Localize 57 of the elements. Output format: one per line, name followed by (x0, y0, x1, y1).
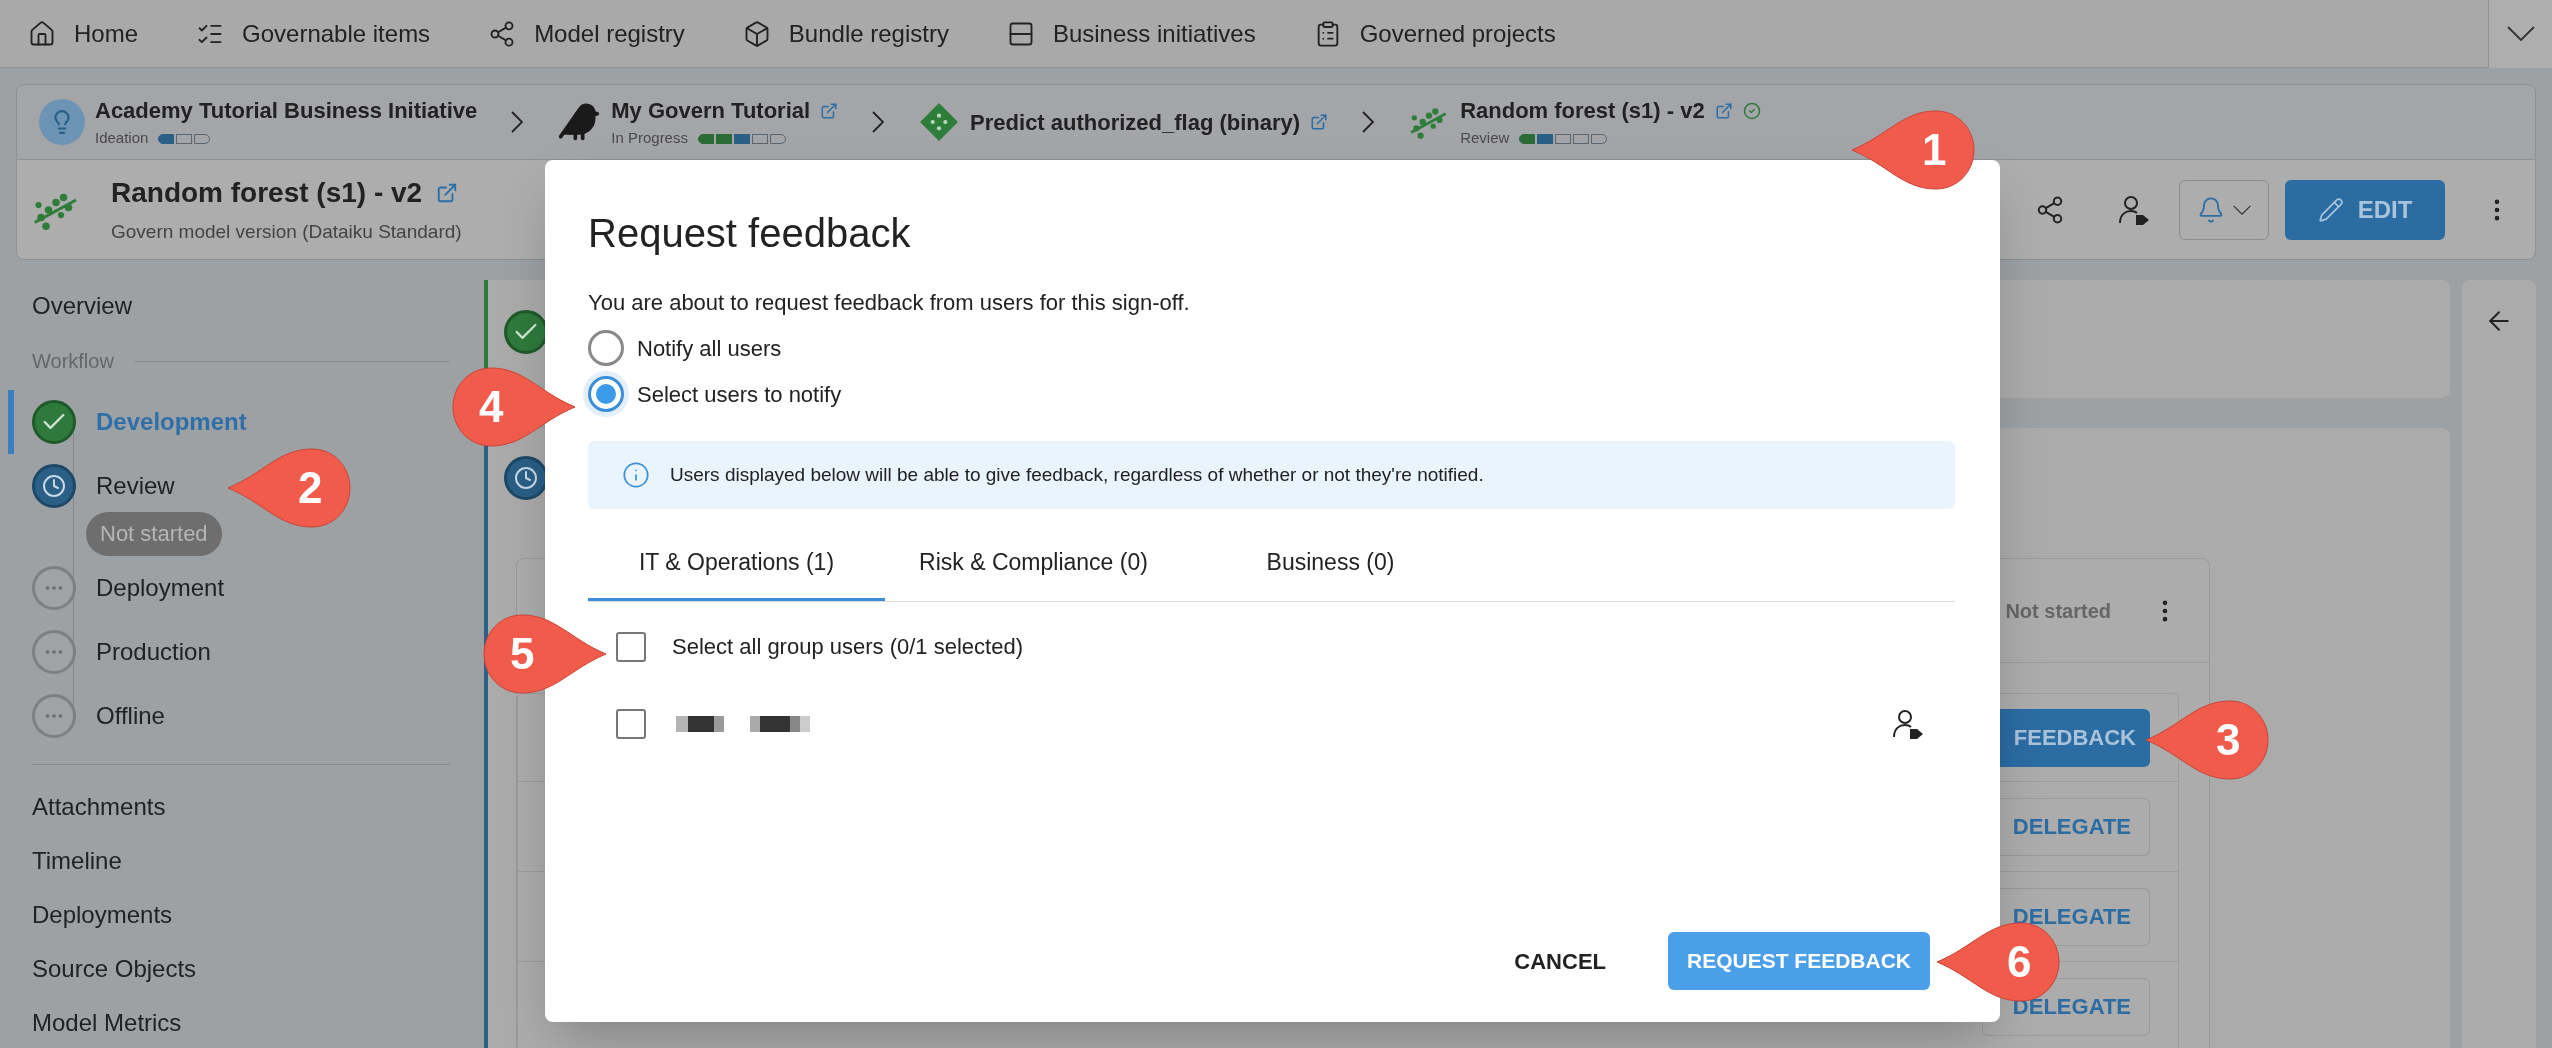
item-subtitle: Govern model version (Dataiku Standard) (111, 220, 462, 245)
nav-link[interactable]: Governed projects (1313, 15, 1556, 52)
home-icon (28, 19, 56, 48)
chevron-down-icon (2506, 26, 2535, 41)
workflow-step[interactable]: Production (8, 620, 211, 684)
external-link-icon[interactable] (1310, 113, 1329, 131)
status-label: Review (1460, 128, 1510, 149)
notifications-dropdown[interactable] (2179, 179, 2269, 240)
select-all-option[interactable]: Select all group users (0/1 selected) (616, 630, 1023, 663)
breadcrumb-link[interactable]: Random forest (s1) - v2 (1460, 94, 1705, 128)
external-link-icon[interactable] (820, 101, 839, 120)
chevron-right-icon (511, 111, 524, 133)
chevron-right-icon (1362, 111, 1375, 133)
pencil-icon (2317, 196, 2344, 223)
sidebar-link[interactable]: Attachments (32, 791, 166, 823)
nav-link[interactable]: Governable items (196, 15, 431, 52)
sidebar-link[interactable]: Model Metrics (32, 1007, 182, 1039)
share-icon[interactable] (2035, 194, 2065, 225)
nav-link[interactable]: Model registry (488, 15, 685, 52)
radio-option[interactable]: Select users to notify (583, 371, 842, 417)
nav-link[interactable]: Business initiatives (1006, 15, 1256, 52)
info-text: Users displayed below will be able to give feedback, regardless of whether or not they're notified. (670, 462, 1484, 487)
external-link-icon[interactable] (436, 182, 459, 205)
sidebar-link[interactable]: Overview (32, 288, 133, 324)
group-tab[interactable]: Risk & Compliance (0) (885, 527, 1182, 601)
sidebar-link[interactable]: Timeline (32, 845, 122, 877)
breadcrumb-link[interactable]: Predict authorized_flag (binary) (970, 105, 1301, 139)
cancel-button[interactable]: CANCEL (1498, 932, 1622, 990)
breadcrumb-link[interactable]: My Govern Tutorial (611, 94, 811, 128)
status-label: In Progress (611, 128, 688, 149)
chevron-down-icon (2233, 204, 2251, 215)
group-tab[interactable]: Business (0) (1182, 527, 1479, 601)
nav-link[interactable]: Home (28, 15, 139, 52)
breadcrumb-link[interactable]: Academy Tutorial Business Initiative (95, 94, 478, 128)
info-icon (622, 461, 650, 489)
signoff-status: Not started (2005, 598, 2111, 624)
status-badge: Not started (86, 512, 222, 556)
item-title: Random forest (s1) - v2 (111, 176, 423, 211)
checkbox[interactable] (616, 631, 646, 662)
status-label: Ideation (95, 128, 149, 149)
external-link-icon[interactable] (1714, 101, 1733, 120)
section-heading: Workflow (32, 349, 114, 374)
workflow-step[interactable]: Offline (8, 684, 165, 748)
chevron-right-icon (872, 111, 885, 133)
lightbulb-icon (39, 99, 85, 145)
workflow-step[interactable]: Deployment (8, 556, 225, 620)
radio-button[interactable] (583, 371, 629, 417)
checkbox[interactable] (616, 709, 646, 739)
sidebar-link[interactable]: Deployments (32, 899, 173, 931)
nav-link[interactable]: Bundle registry (742, 15, 949, 52)
group-tab[interactable]: IT & Operations (1) (588, 527, 885, 601)
radio-option[interactable]: Notify all users (583, 325, 782, 371)
dialog-intro: You are about to request feedback from users for this sign-off. (588, 289, 1190, 317)
person-tag-icon[interactable] (1891, 707, 1925, 741)
bell-icon (2197, 195, 2225, 224)
sidebar-link[interactable]: Source Objects (32, 953, 197, 985)
dialog-title: Request feedback (588, 210, 911, 257)
